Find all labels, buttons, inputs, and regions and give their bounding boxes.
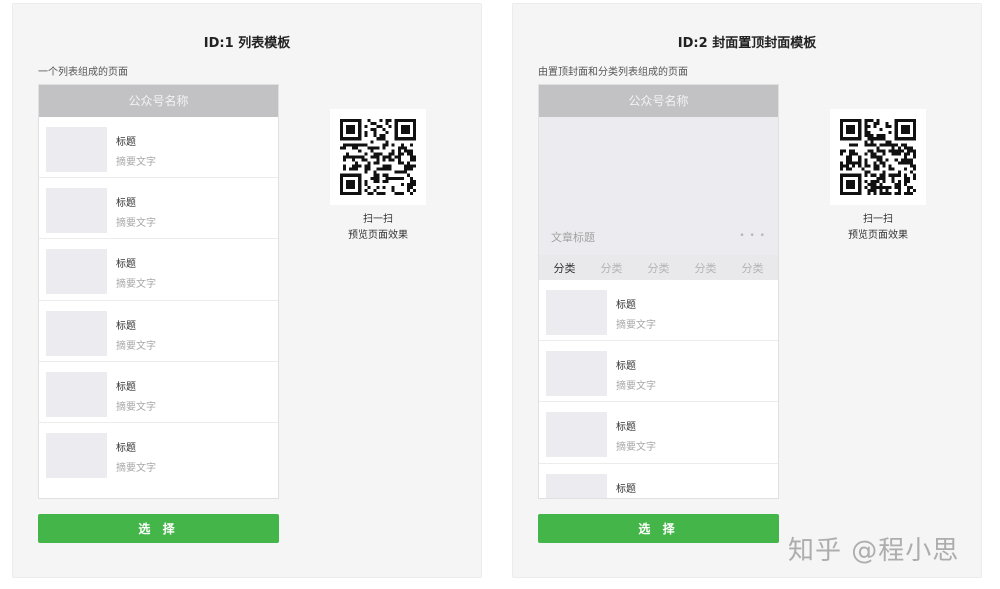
qr-caption: 扫一扫 预览页面效果 bbox=[325, 212, 431, 244]
thumbnail-placeholder bbox=[546, 473, 607, 498]
select-button[interactable]: 选 择 bbox=[538, 514, 779, 543]
item-summary: 摘要文字 bbox=[116, 279, 156, 291]
item-title: 标题 bbox=[616, 422, 636, 434]
account-name-header: 公众号名称 bbox=[539, 85, 778, 117]
category-tab[interactable]: 分类 bbox=[554, 260, 576, 276]
list-item[interactable]: 标题 摘要文字 bbox=[39, 423, 278, 484]
item-title: 标题 bbox=[616, 361, 636, 373]
qr-caption-line1: 扫一扫 bbox=[363, 214, 393, 225]
item-summary: 摘要文字 bbox=[116, 462, 156, 474]
phone-preview: 公众号名称 标题 摘要文字 标题 摘要文字 标题 摘要文字 标题 摘要文字 标题… bbox=[38, 84, 279, 499]
thumbnail-placeholder bbox=[46, 432, 107, 478]
category-tab[interactable]: 分类 bbox=[601, 260, 623, 276]
list-item[interactable]: 标题 摘要文字 bbox=[539, 341, 778, 403]
item-title: 标题 bbox=[116, 137, 136, 148]
thumbnail-placeholder bbox=[46, 249, 107, 295]
list-item[interactable]: 标题 摘要文字 bbox=[39, 117, 278, 179]
item-summary: 摘要文字 bbox=[616, 442, 656, 454]
qr-caption-line2: 预览页面效果 bbox=[848, 230, 908, 241]
item-summary: 摘要文字 bbox=[616, 320, 656, 331]
list-item[interactable]: 标题 摘要文字 bbox=[539, 280, 778, 342]
list-item[interactable]: 标题 摘要文字 bbox=[39, 301, 278, 362]
article-list: 标题 摘要文字 标题 摘要文字 标题 摘要文字 标题 bbox=[539, 280, 778, 498]
thumbnail-placeholder bbox=[46, 188, 107, 234]
item-summary: 摘要文字 bbox=[616, 381, 656, 393]
list-item[interactable]: 标题 摘要文字 bbox=[539, 402, 778, 464]
category-tab[interactable]: 分类 bbox=[742, 260, 764, 276]
qr-caption: 扫一扫 预览页面效果 bbox=[825, 212, 931, 244]
list-item[interactable]: 标题 摘要文字 bbox=[39, 178, 278, 240]
template-card-1: ID:1 列表模板 一个列表组成的页面 公众号名称 标题 摘要文字 标题 摘要文… bbox=[12, 3, 482, 578]
category-tab[interactable]: 分类 bbox=[695, 260, 717, 276]
list-item[interactable]: 标题 bbox=[539, 464, 778, 498]
item-title: 标题 bbox=[116, 198, 136, 210]
item-title: 标题 bbox=[116, 381, 136, 393]
thumbnail-placeholder bbox=[546, 351, 607, 397]
category-tab[interactable]: 分类 bbox=[648, 260, 670, 276]
qr-caption-line2: 预览页面效果 bbox=[348, 230, 408, 241]
item-summary: 摘要文字 bbox=[116, 401, 156, 413]
template-title: ID:2 封面置顶封面模板 bbox=[677, 36, 817, 51]
item-title: 标题 bbox=[116, 259, 136, 271]
thumbnail-placeholder bbox=[46, 127, 107, 172]
thumbnail-placeholder bbox=[546, 412, 607, 458]
thumbnail-placeholder bbox=[46, 371, 107, 417]
item-title: 标题 bbox=[616, 300, 636, 311]
item-title: 标题 bbox=[116, 442, 136, 454]
article-list: 标题 摘要文字 标题 摘要文字 标题 摘要文字 标题 摘要文字 标题 摘要文字 … bbox=[39, 117, 278, 484]
cover-title: 文章标题 bbox=[551, 231, 595, 244]
template-description: 一个列表组成的页面 bbox=[38, 67, 128, 78]
watermark: 知乎 @程小思 bbox=[788, 536, 960, 566]
qr-code-icon bbox=[340, 119, 416, 195]
item-title: 标题 bbox=[616, 483, 636, 495]
cover-banner[interactable]: 文章标题 • • • bbox=[539, 117, 778, 255]
item-summary: 摘要文字 bbox=[116, 157, 156, 168]
template-title: ID:1 列表模板 bbox=[203, 36, 291, 51]
template-description: 由置顶封面和分类列表组成的页面 bbox=[538, 67, 688, 78]
account-name-header: 公众号名称 bbox=[39, 85, 278, 117]
category-tabs: 分类 分类 分类 分类 分类 bbox=[539, 255, 778, 280]
thumbnail-placeholder bbox=[546, 290, 607, 335]
item-title: 标题 bbox=[116, 320, 136, 332]
list-item[interactable]: 标题 摘要文字 bbox=[39, 239, 278, 301]
carousel-dots: • • • bbox=[739, 231, 766, 241]
list-item[interactable]: 标题 摘要文字 bbox=[39, 362, 278, 423]
qr-caption-line1: 扫一扫 bbox=[863, 214, 893, 225]
select-button[interactable]: 选 择 bbox=[38, 514, 279, 543]
qr-code bbox=[830, 109, 926, 205]
phone-preview: 公众号名称 文章标题 • • • 分类 分类 分类 分类 分类 标题 摘要文字 … bbox=[538, 84, 779, 499]
item-summary: 摘要文字 bbox=[116, 340, 156, 352]
template-card-2: ID:2 封面置顶封面模板 由置顶封面和分类列表组成的页面 公众号名称 文章标题… bbox=[512, 3, 982, 578]
qr-code-icon bbox=[840, 119, 916, 195]
thumbnail-placeholder bbox=[46, 310, 107, 356]
item-summary: 摘要文字 bbox=[116, 218, 156, 230]
qr-code bbox=[330, 109, 426, 205]
